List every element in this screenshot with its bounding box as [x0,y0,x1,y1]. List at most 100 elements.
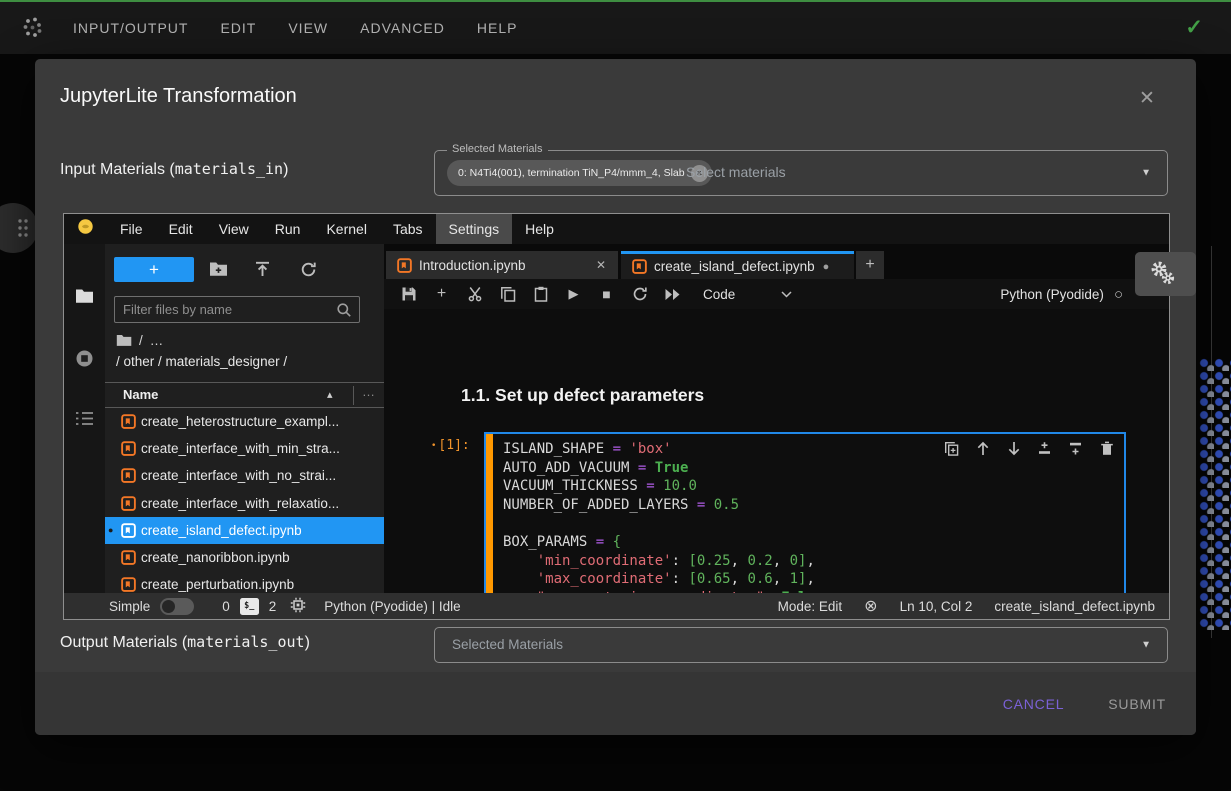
jupyter-menu-tabs[interactable]: Tabs [380,214,436,244]
cell-collapser[interactable] [486,434,493,593]
file-row[interactable]: create_nanoribbon.ipynb [105,544,384,571]
tab-create-island-defect[interactable]: create_island_defect.ipynb ● [621,251,854,279]
file-browser-tab-icon[interactable] [75,288,94,309]
table-of-contents-tab-icon[interactable] [75,411,94,431]
breadcrumb-path[interactable]: / other / materials_designer / [116,354,287,369]
jupyter-menu-file[interactable]: File [107,214,156,244]
kernel-status-text[interactable]: Python (Pyodide) | Idle [324,599,460,614]
code-token: 0 [790,553,798,569]
insert-cell-below-icon[interactable] [1067,440,1084,457]
duplicate-cell-icon[interactable] [943,440,960,457]
code-line: 'max_coordinate': [0.65, 0.6, 1], [503,570,823,589]
file-row[interactable]: create_perturbation.ipynb [105,571,384,593]
notebook-icon [397,258,412,273]
paste-cells-icon[interactable] [532,286,549,303]
name-column-header[interactable]: Name [123,387,158,402]
output-materials-select[interactable]: Selected Materials ▼ [434,627,1168,663]
output-materials-prefix: Output Materials ( [60,634,187,651]
check-icon[interactable]: ✓ [1185,15,1203,40]
breadcrumb-ellipsis[interactable]: … [150,333,164,348]
code-token: 0.25 [697,553,731,569]
trust-shield-icon[interactable]: ⊗ [864,596,877,616]
code-token: 1 [790,571,798,587]
notebook-toolbar: + ▶ ■ [384,279,1169,309]
tab-introduction[interactable]: Introduction.ipynb ✕ [386,251,618,279]
restart-kernel-icon[interactable] [631,286,648,303]
menu-edit[interactable]: EDIT [220,20,256,36]
notebook-content[interactable]: 1.1. Set up defect parameters • [1]: ISL… [384,309,1169,593]
jupyter-menu-run[interactable]: Run [262,214,314,244]
close-icon[interactable]: ✕ [1139,87,1155,110]
jupyter-menu-edit[interactable]: Edit [156,214,206,244]
cancel-button[interactable]: CANCEL [1003,696,1065,712]
running-sessions-tab-icon[interactable] [75,349,94,373]
file-name: create_interface_with_relaxatio... [141,496,339,511]
chevron-down-icon[interactable]: ▼ [1141,168,1151,179]
file-row-selected[interactable]: ● create_island_defect.ipynb [105,517,384,544]
menu-help[interactable]: HELP [477,20,518,36]
file-browser-panel: + / … / other / ma [105,244,384,593]
new-launcher-button[interactable]: + [114,257,194,282]
notebook-icon [121,496,136,511]
settings-gear-button[interactable] [1135,252,1196,296]
code-token: = [646,478,663,494]
file-row[interactable]: create_interface_with_relaxatio... [105,490,384,517]
submit-button[interactable]: SUBMIT [1108,696,1166,712]
code-cell[interactable]: ISLAND_SHAPE = 'box' AUTO_ADD_VACUUM = T… [484,432,1126,593]
breadcrumb-root[interactable]: / [139,333,143,348]
save-icon[interactable] [400,286,417,303]
close-tab-icon[interactable]: ✕ [596,258,606,272]
simple-mode-toggle[interactable] [160,598,194,615]
delete-cell-icon[interactable] [1098,440,1115,457]
active-filename: create_island_defect.ipynb [994,599,1155,614]
material-chip[interactable]: 0: N4Ti4(001), termination TiN_P4/mmm_4,… [447,160,712,186]
code-token: = [638,460,655,476]
cut-cells-icon[interactable] [466,286,483,303]
menu-input-output[interactable]: INPUT/OUTPUT [73,20,188,36]
code-editor[interactable]: ISLAND_SHAPE = 'box' AUTO_ADD_VACUUM = T… [503,440,823,593]
new-tab-button[interactable]: + [856,251,884,279]
jupyter-menu-bar: File Edit View Run Kernel Tabs Settings … [64,214,1169,244]
new-folder-icon[interactable] [209,261,228,282]
input-materials-suffix: ) [283,161,288,178]
kernels-count[interactable]: 2 [269,599,277,614]
file-row[interactable]: create_heterostructure_exampl... [105,408,384,435]
cell-type-dropdown[interactable]: Code [703,287,792,302]
code-token: = [613,441,630,457]
jupyter-menu-settings[interactable]: Settings [436,214,513,244]
more-columns-icon[interactable]: … [362,384,375,399]
code-token [503,571,537,587]
sort-ascending-icon: ▴ [327,388,333,401]
copy-cells-icon[interactable] [499,286,516,303]
screen: INPUT/OUTPUT EDIT VIEW ADVANCED HELP ✓ J… [0,0,1231,791]
restart-run-all-icon[interactable] [664,286,681,303]
simple-mode-label: Simple [109,599,150,614]
terminals-count[interactable]: 0 [222,599,230,614]
file-list-header[interactable]: Name ▴ … [105,382,384,408]
chevron-down-icon[interactable]: ▼ [1141,640,1151,651]
file-row[interactable]: create_interface_with_min_stra... [105,435,384,462]
move-cell-up-icon[interactable] [974,440,991,457]
menu-advanced[interactable]: ADVANCED [360,20,445,36]
move-cell-down-icon[interactable] [1005,440,1022,457]
stop-kernel-icon[interactable]: ■ [598,286,615,303]
folder-icon[interactable] [116,334,132,347]
floating-menu-button[interactable] [0,203,38,253]
jupyter-menu-kernel[interactable]: Kernel [313,214,379,244]
select-materials-placeholder: Select materials [686,164,786,180]
selected-materials-select[interactable]: Selected Materials 0: N4Ti4(001), termin… [434,150,1168,196]
upload-icon[interactable] [254,261,271,283]
refresh-icon[interactable] [300,261,317,283]
cell-type-value: Code [703,287,735,302]
jupyter-menu-view[interactable]: View [206,214,262,244]
filter-files-input[interactable] [114,296,360,323]
jupyter-menu-help[interactable]: Help [512,214,567,244]
menu-view[interactable]: VIEW [288,20,328,36]
app-logo-dots-icon[interactable] [22,16,44,45]
insert-cell-icon[interactable]: + [433,286,450,303]
kernel-selector[interactable]: Python (Pyodide) ○ [1000,286,1123,303]
file-row[interactable]: create_interface_with_no_strai... [105,462,384,489]
run-cell-icon[interactable]: ▶ [565,286,582,303]
code-token: 0.2 [747,553,772,569]
insert-cell-above-icon[interactable] [1036,440,1053,457]
